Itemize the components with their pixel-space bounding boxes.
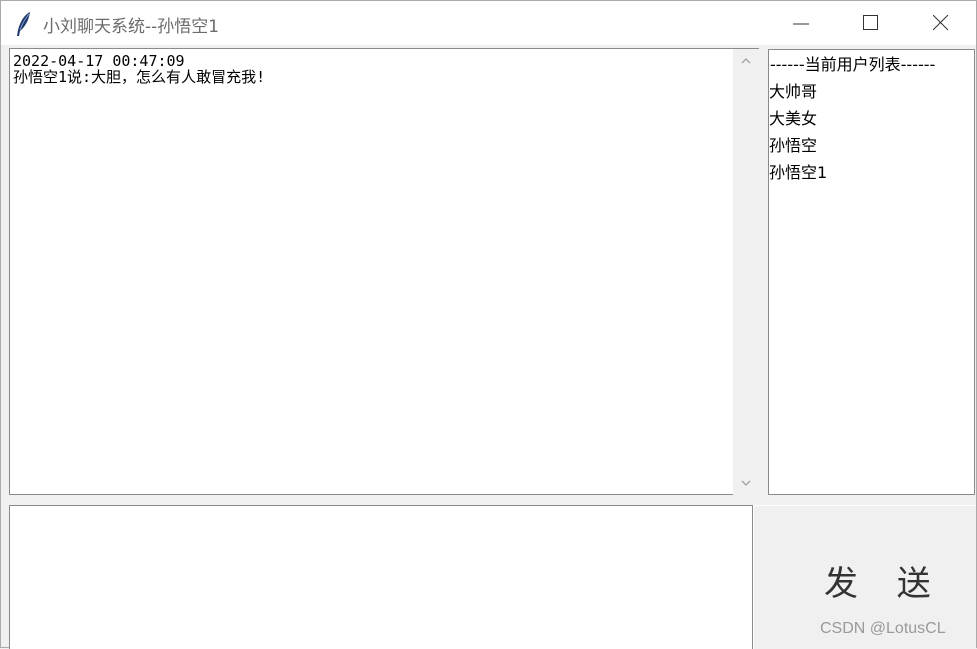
user-list-item[interactable]: 孙悟空1	[769, 159, 974, 186]
window-title: 小刘聊天系统--孙悟空1	[43, 17, 220, 37]
feather-icon	[15, 11, 33, 37]
maximize-button[interactable]	[836, 1, 906, 45]
minimize-button[interactable]	[766, 1, 836, 45]
send-button-label: 发 送	[824, 564, 945, 604]
scroll-down-button[interactable]	[733, 471, 759, 495]
chevron-down-icon	[741, 480, 751, 486]
watermark: CSDN @LotusCL	[820, 620, 946, 637]
maximize-icon	[863, 15, 878, 30]
user-list[interactable]: ------当前用户列表------ 大帅哥 大美女 孙悟空 孙悟空1	[768, 49, 975, 495]
message-input[interactable]	[9, 505, 753, 649]
message-text: 孙悟空1说:大胆，怎么有人敢冒充我!	[13, 68, 266, 86]
scroll-up-button[interactable]	[733, 49, 759, 73]
close-button[interactable]	[906, 1, 976, 45]
app-window: 小刘聊天系统--孙悟空1 2022-04-17 00:47:09 孙悟空1说:大…	[0, 0, 977, 649]
title-bar[interactable]: 小刘聊天系统--孙悟空1	[1, 1, 976, 45]
message-timestamp: 2022-04-17 00:47:09	[13, 52, 185, 70]
minimize-icon	[793, 23, 809, 25]
close-icon	[933, 15, 949, 31]
user-list-item[interactable]: 孙悟空	[769, 132, 974, 159]
user-list-header: ------当前用户列表------	[770, 55, 936, 74]
user-list-item[interactable]: 大美女	[769, 105, 974, 132]
chevron-up-icon	[741, 58, 751, 64]
chat-scrollbar[interactable]	[733, 48, 759, 495]
chat-history[interactable]: 2022-04-17 00:47:09 孙悟空1说:大胆，怎么有人敢冒充我!	[9, 48, 733, 495]
user-list-item[interactable]: 大帅哥	[769, 78, 974, 105]
